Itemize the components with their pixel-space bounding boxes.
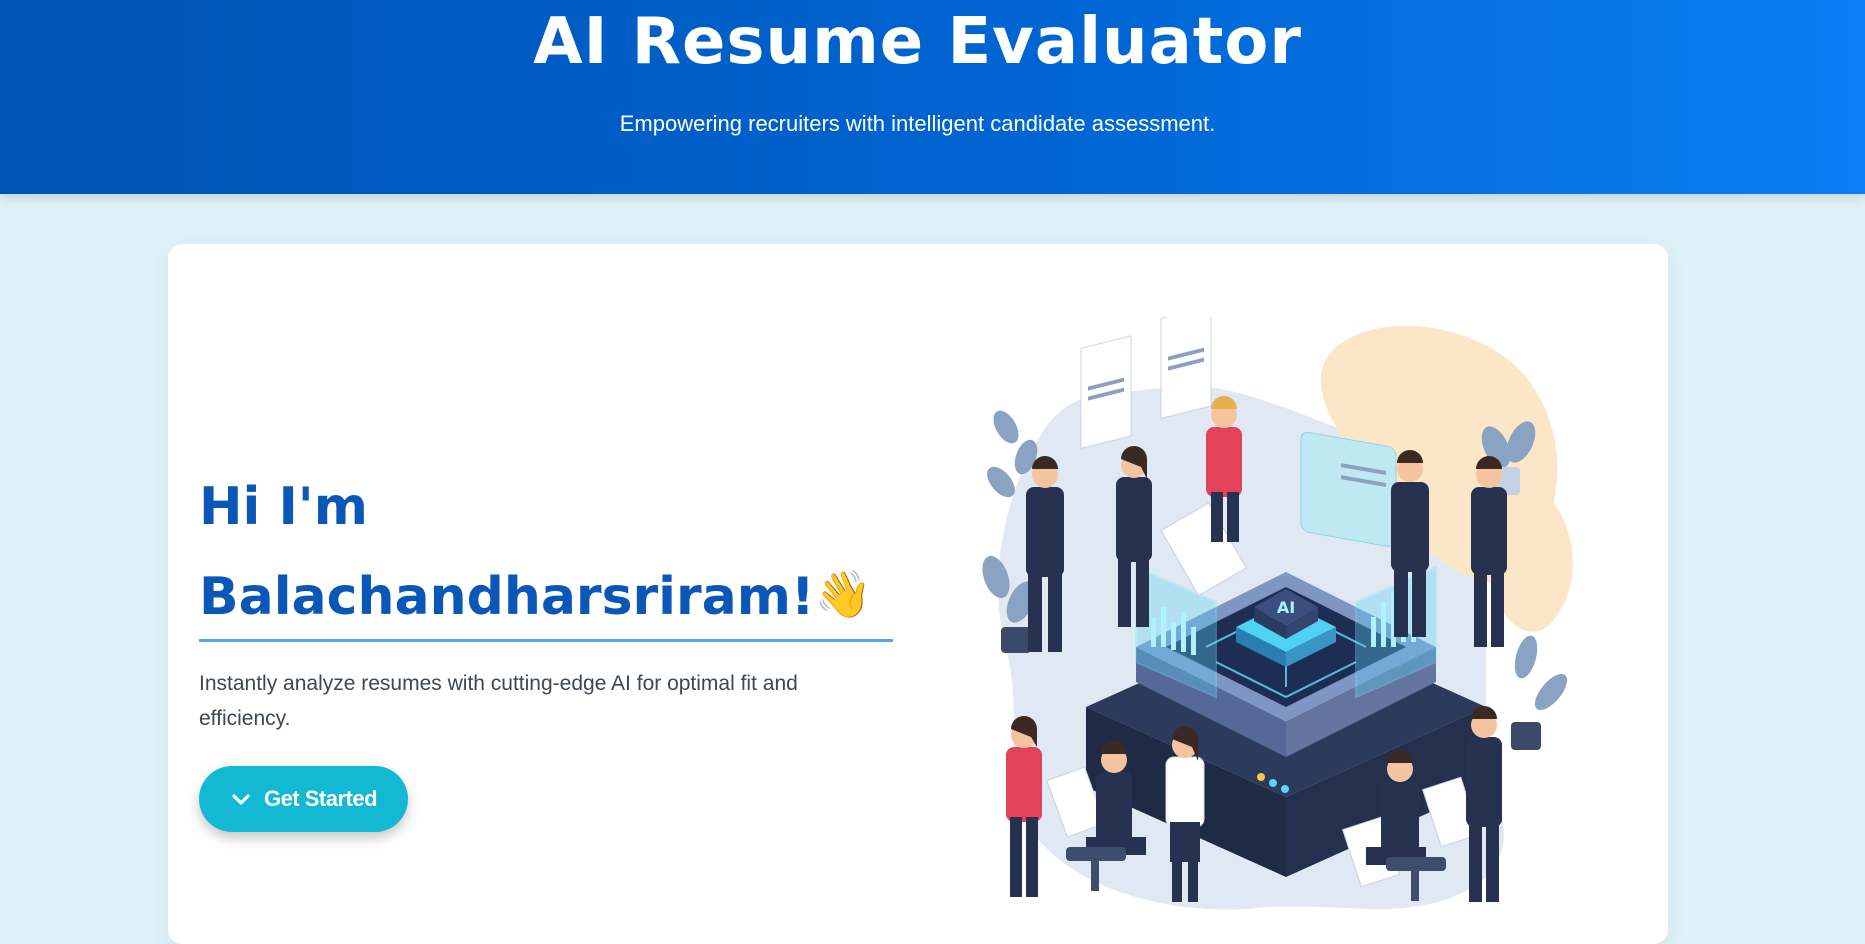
ai-chip-label: AI (1277, 598, 1295, 617)
greeting-line-2: Balachandharsriram! (199, 567, 815, 627)
page-header: AI Resume Evaluator Empowering recruiter… (0, 0, 1865, 194)
hero-card: Hi I'm Balachandharsriram!👋 Instantly an… (168, 244, 1668, 944)
app-subtitle: Empowering recruiters with intelligent c… (619, 111, 1216, 136)
chevron-down-icon (232, 794, 250, 805)
heading-divider (199, 639, 893, 642)
wave-emoji-icon: 👋 (814, 567, 872, 621)
app-title: AI Resume Evaluator (533, 5, 1302, 79)
get-started-button[interactable]: Get Started (199, 766, 408, 832)
hero-description: Instantly analyze resumes with cutting-e… (199, 672, 798, 730)
greeting-heading: Hi I'm Balachandharsriram!👋 (199, 462, 889, 642)
greeting-line-1: Hi I'm (199, 477, 368, 537)
team-ai-illustration: AI (982, 317, 1573, 910)
get-started-label: Get Started (263, 786, 378, 811)
